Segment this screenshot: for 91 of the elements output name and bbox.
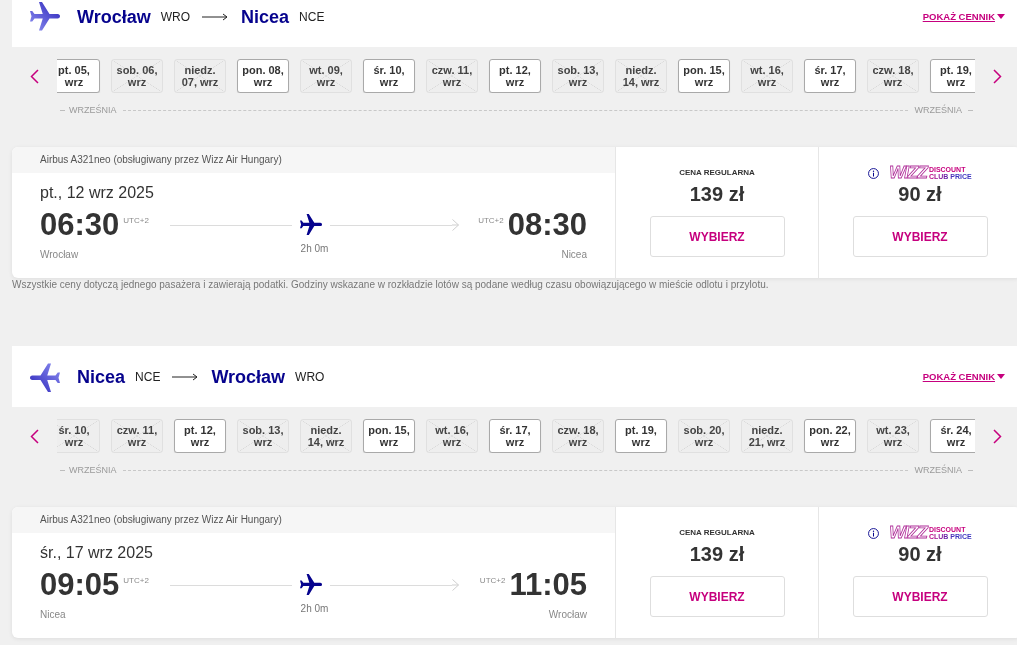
date-tile[interactable]: wt. 23, wrz [867, 419, 919, 453]
date-tile[interactable]: sob. 13, wrz [552, 59, 604, 93]
select-button[interactable]: WYBIERZ [649, 576, 785, 617]
timezone-label: UTC+2 [123, 216, 149, 226]
destination-city: Wrocław [211, 365, 286, 388]
date-tile[interactable]: wt. 16, wrz [426, 419, 478, 453]
flight-date: śr., 17 wrz 2025 [40, 543, 153, 563]
date-tile[interactable]: czw. 18, wrz [867, 59, 919, 93]
fare-label: CENA REGULARNA [679, 528, 755, 538]
date-tile[interactable]: czw. 11, wrz [111, 419, 163, 453]
price-note: Wszystkie ceny dotyczą jednego pasażera i zawierają podatki. Godziny wskazane w rozkładzie lotów są podane według czasu obowiązującego w mieście odlotu i przylotu. [12, 278, 769, 292]
departure-time: 09:05 [40, 569, 120, 601]
date-tile[interactable]: pon. 15, wrz [363, 419, 415, 453]
date-tile[interactable]: niedz. 21, wrz [741, 419, 793, 453]
date-tile[interactable]: niedz. 14, wrz [300, 419, 352, 453]
fare-label: CENA REGULARNA [679, 168, 755, 178]
date-tile[interactable]: pon. 15, wrz [678, 59, 730, 93]
arrival-city: Wrocław [548, 608, 587, 622]
destination-city: Nicea [241, 5, 290, 28]
departure-city: Nicea [40, 608, 66, 622]
flight-duration: 2h 0m [300, 602, 329, 616]
arrival-city: Nicea [561, 248, 587, 262]
chevron-right-icon[interactable] [993, 428, 1002, 444]
fare-price: 90 zł [898, 182, 942, 206]
select-button[interactable]: WYBIERZ [852, 216, 988, 257]
date-tile[interactable]: sob. 06, wrz [111, 59, 163, 93]
departure-city: Wrocław [40, 248, 79, 262]
brand-wordmark: WIZZ [889, 525, 927, 541]
timezone-label: UTC+2 [123, 576, 149, 586]
date-tile[interactable]: pt. 05, wrz [57, 59, 100, 93]
info-icon[interactable] [868, 167, 880, 179]
date-tile[interactable]: wt. 16, wrz [741, 59, 793, 93]
flight-duration: 2h 0m [300, 242, 329, 256]
select-button[interactable]: WYBIERZ [852, 576, 988, 617]
month-label: WRZEŚNIA [914, 104, 962, 116]
date-tile[interactable]: pt. 19, wrz [615, 419, 667, 453]
fare-price: 90 zł [898, 542, 942, 566]
date-tile[interactable]: śr. 24, wrz [930, 419, 975, 453]
date-tile[interactable]: śr. 10, wrz [363, 59, 415, 93]
airport-code: WRO [295, 368, 325, 385]
chevron-left-icon[interactable] [30, 428, 39, 444]
date-tile[interactable]: pt. 19, wrz [930, 59, 975, 93]
date-tile[interactable]: sob. 13, wrz [237, 419, 289, 453]
date-tile[interactable]: pt. 12, wrz [174, 419, 226, 453]
date-tile[interactable]: niedz. 07, wrz [174, 59, 226, 93]
arrival-time: 11:05 [509, 569, 587, 601]
date-tile[interactable]: wt. 09, wrz [300, 59, 352, 93]
origin-city: Wrocław [77, 5, 151, 28]
date-tile[interactable]: śr. 17, wrz [489, 419, 541, 453]
chevron-left-icon[interactable] [30, 68, 39, 84]
select-button[interactable]: WYBIERZ [649, 216, 785, 257]
chevron-right-icon[interactable] [993, 68, 1002, 84]
info-icon[interactable] [868, 527, 880, 539]
date-tile[interactable]: pt. 12, wrz [489, 59, 541, 93]
route-arrow-icon [202, 12, 228, 21]
fare-price: 139 zł [689, 182, 745, 206]
month-label: WRZEŚNIA [69, 104, 117, 116]
departure-time: 06:30 [40, 209, 120, 241]
date-tile[interactable]: sob. 20, wrz [678, 419, 730, 453]
date-tile[interactable]: pon. 08, wrz [237, 59, 289, 93]
brand-wordmark: WIZZ [889, 165, 927, 181]
price-list-link[interactable]: POKAŻ CENNIK [922, 10, 1005, 23]
arrowhead-icon [452, 219, 459, 231]
airport-code: WRO [160, 8, 190, 25]
airport-code: NCE [299, 8, 325, 25]
airport-code: NCE [135, 368, 161, 385]
caret-down-icon [997, 14, 1005, 19]
flight-date: pt., 12 wrz 2025 [40, 183, 154, 203]
airplane-icon [30, 361, 60, 392]
arrival-time: 08:30 [507, 209, 587, 241]
date-tile[interactable]: czw. 11, wrz [426, 59, 478, 93]
fare-price: 139 zł [689, 542, 745, 566]
price-list-link[interactable]: POKAŻ CENNIK [922, 370, 1005, 383]
timezone-label: UTC+2 [479, 576, 506, 586]
timezone-label: UTC+2 [478, 216, 504, 226]
caret-down-icon [997, 374, 1005, 379]
month-label: WRZEŚNIA [914, 464, 962, 476]
date-tile[interactable]: śr. 10, wrz [57, 419, 100, 453]
date-tile[interactable]: niedz. 14, wrz [615, 59, 667, 93]
airplane-icon [30, 1, 60, 32]
airplane-icon [300, 214, 322, 236]
date-tile[interactable]: czw. 18, wrz [552, 419, 604, 453]
date-tile[interactable]: pon. 22, wrz [804, 419, 856, 453]
date-tile[interactable]: śr. 17, wrz [804, 59, 856, 93]
arrowhead-icon [452, 579, 459, 591]
month-label: WRZEŚNIA [69, 464, 117, 476]
aircraft-info: Airbus A321neo (obsługiwany przez Wizz Air Hungary) [40, 153, 282, 167]
airplane-icon [300, 574, 322, 596]
aircraft-info: Airbus A321neo (obsługiwany przez Wizz Air Hungary) [40, 513, 282, 527]
origin-city: Nicea [77, 365, 126, 388]
route-arrow-icon [172, 372, 199, 381]
